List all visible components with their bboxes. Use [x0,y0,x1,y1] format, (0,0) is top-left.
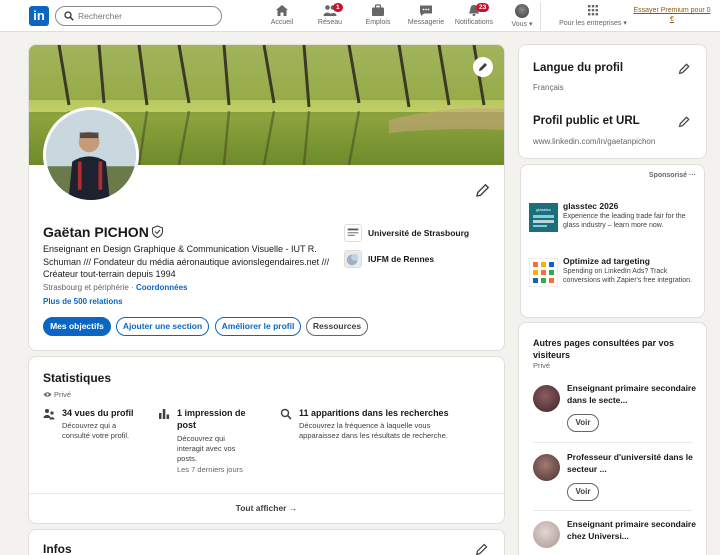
sponsored-label: Sponsorisé ··· [648,172,696,179]
also-viewed-card: Autres pages consultées par vos visiteur… [519,323,706,555]
education-item-strasbourg[interactable]: Université de Strasbourg [344,224,494,244]
add-section-button[interactable]: Ajouter une section [116,317,209,336]
nav-separator [540,2,541,30]
statistics-title: Statistiques [43,371,112,385]
view-button[interactable]: Voir [567,483,599,501]
connections-link[interactable]: Plus de 500 relations [43,297,123,306]
pencil-icon[interactable] [678,115,691,128]
network-badge: 1 [333,3,343,12]
view-button[interactable]: Voir [567,414,599,432]
notifications-badge: 23 [476,3,490,12]
bar-chart-icon [159,409,170,419]
profile-location: Strasbourg et périphérie · Coordonnées [43,283,188,292]
search-icon [64,11,74,21]
contact-info-link[interactable]: Coordonnées [136,283,188,292]
sponsored-card: Sponsorisé ··· glasstec glasstec 2026 Ex… [521,165,704,317]
profile-headline: Enseignant en Design Graphique & Communi… [43,244,330,279]
eye-icon [43,392,52,397]
edit-profile-pencil-icon[interactable] [475,182,491,198]
improve-profile-button[interactable]: Améliorer le profil [215,317,301,336]
premium-link[interactable]: Essayer Premium pour 0 € [632,6,712,24]
iufm-logo [344,250,362,268]
nav-messaging[interactable]: Messagerie [401,4,451,30]
chevron-down-icon: ▾ [529,21,533,28]
grid-icon [588,5,598,16]
university-strasbourg-logo [344,224,362,242]
profile-name: Gaëtan PICHON [43,224,149,240]
briefcase-icon [372,4,384,16]
private-label: Privé [43,390,71,399]
banner-edit-button[interactable] [473,57,493,77]
glasstec-logo: glasstec [529,203,558,232]
search-input[interactable] [78,9,218,23]
zapier-ad-logo [529,258,558,287]
profile-photo[interactable] [43,107,139,203]
nav-notifications[interactable]: 23 Notifications [449,3,499,30]
svg-text:glasstec: glasstec [536,207,551,212]
search-icon [280,408,292,420]
search-box[interactable] [55,6,222,26]
profile-photo-image [46,110,136,200]
top-navbar: in Accueil 1 Réseau Emplois Messagerie 2… [0,0,720,32]
nav-network[interactable]: 1 Réseau [305,3,355,30]
also-viewed-private: Privé [533,361,551,370]
chevron-down-icon: ▾ [623,20,627,27]
divider [533,442,692,443]
avatar [533,385,560,412]
avatar [533,454,560,481]
linkedin-logo[interactable]: in [29,6,49,26]
people-icon [43,409,55,420]
profile-language-card: Langue du profil Français Profil public … [519,45,706,158]
user-avatar-mini [515,4,529,18]
profile-language-title: Langue du profil [533,62,624,74]
nav-home[interactable]: Accueil [257,4,307,30]
pencil-icon [479,63,487,71]
public-profile-title: Profil public et URL [533,115,640,127]
profile-language-value: Français [533,83,564,92]
pencil-icon[interactable] [678,62,691,75]
statistics-card: Statistiques Privé 34 vues du profil Déc… [29,357,504,523]
message-icon [420,5,432,16]
public-profile-url[interactable]: www.linkedin.com/in/gaetanpichon [533,137,655,146]
more-options-icon[interactable]: ··· [689,172,696,179]
also-viewed-title: Autres pages consultées par vos visiteur… [533,338,675,360]
avatar [533,521,560,548]
about-card: Infos [29,530,504,555]
education-item-iufm[interactable]: IUFM de Rennes [344,250,494,270]
my-goals-button[interactable]: Mes objectifs [43,317,111,336]
nav-jobs[interactable]: Emplois [353,4,403,30]
about-title: Infos [43,542,72,555]
home-icon [276,5,288,16]
profile-card: Gaëtan PICHON Enseignant en Design Graph… [29,45,504,350]
show-all-statistics-button[interactable]: Tout afficher → [29,493,504,523]
divider [533,510,692,511]
nav-business[interactable]: Pour les entreprises ▾ [553,4,633,30]
resources-button[interactable]: Ressources [306,317,368,336]
verified-shield-icon[interactable] [151,225,164,238]
pencil-icon[interactable] [475,542,489,555]
